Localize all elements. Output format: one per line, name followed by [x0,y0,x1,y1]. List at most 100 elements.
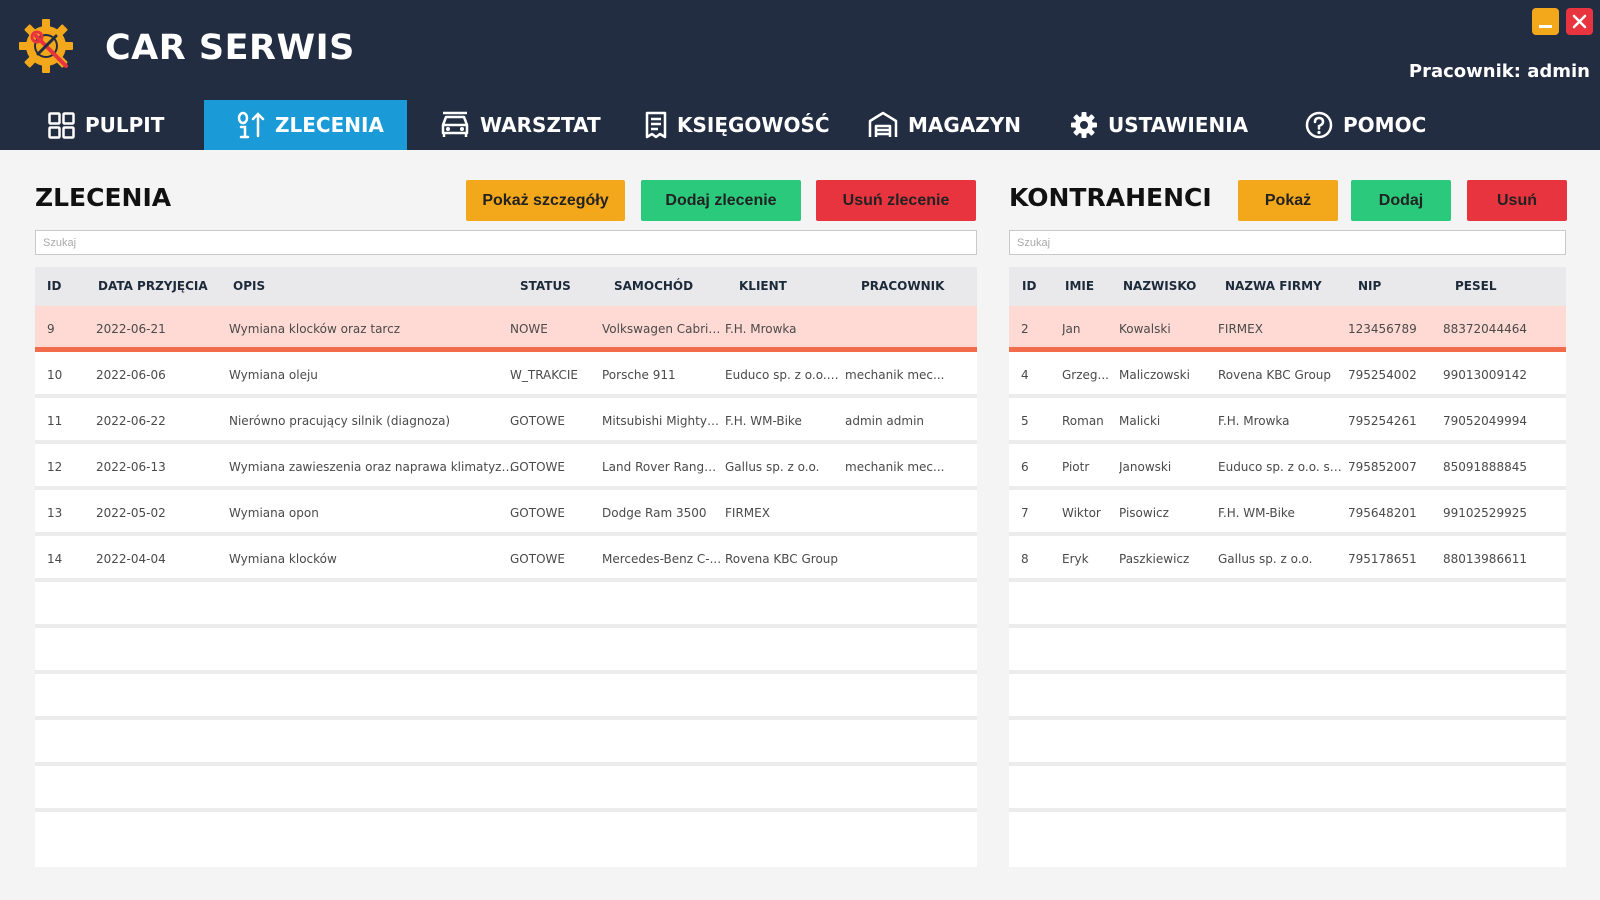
minimize-button[interactable] [1532,8,1559,35]
cell-client: F.H. WM-Bike [725,414,802,428]
column-header-id[interactable]: ID [1022,267,1036,306]
empty-table-row[interactable] [35,766,977,812]
cell-first-name: Eryk [1062,552,1089,566]
cell-description: Wymiana klocków oraz tarcz [229,322,400,336]
column-header-employee[interactable]: PRACOWNIK [861,267,944,306]
table-row[interactable]: 7 Wiktor Pisowicz F.H. WM-Bike 795648201 9910… [1009,490,1566,536]
column-header-id[interactable]: ID [47,267,61,306]
contractors-table-header: ID IMIE NAZWISKO NAZWA FIRMY NIP PESEL [1009,267,1566,306]
empty-table-row[interactable] [1009,674,1566,720]
cell-date: 2022-04-04 [96,552,166,566]
cell-company: F.H. WM-Bike [1218,506,1295,520]
empty-table-row[interactable] [1009,582,1566,628]
cell-last-name: Paszkiewicz [1119,552,1190,566]
main-nav: PULPIT ZLECENIA WARSZTAT KSIĘGOWOŚĆ MAGA… [0,100,1600,150]
cell-id: 9 [47,322,55,336]
cell-status: GOTOWE [510,552,565,566]
app-header: CAR SERWIS Pracownik: admin PULPIT ZLECE… [0,0,1600,150]
close-button[interactable] [1566,8,1593,35]
table-row[interactable]: 8 Eryk Paszkiewicz Gallus sp. z o.o. 7951786… [1009,536,1566,582]
column-header-first-name[interactable]: IMIE [1065,267,1094,306]
cell-id: 10 [47,368,63,382]
orders-search-input[interactable] [35,230,977,255]
delete-contractor-button[interactable]: Usuń [1467,180,1567,221]
dashboard-grid-icon [48,111,75,139]
receipt-icon [645,111,667,139]
nav-tab-magazyn[interactable]: MAGAZYN [868,100,1038,150]
empty-table-row[interactable] [35,628,977,674]
cell-id: 4 [1021,368,1029,382]
nav-tab-ksiegowosc[interactable]: KSIĘGOWOŚĆ [645,100,845,150]
cell-first-name: Roman [1062,414,1104,428]
nav-tab-pulpit[interactable]: PULPIT [48,100,198,150]
cell-client: Rovena KBC Group [725,552,839,566]
table-row[interactable]: 14 2022-04-04 Wymiana klocków GOTOWE Mercede… [35,536,977,582]
cell-description: Nierówno pracujący silnik (diagnoza) [229,414,451,428]
cell-nip: 123456789 [1348,322,1417,336]
add-order-button[interactable]: Dodaj zlecenie [641,180,801,221]
gear-icon [1071,112,1097,138]
cell-id: 2 [1021,322,1029,336]
column-header-car[interactable]: SAMOCHÓD [614,267,693,306]
empty-table-row[interactable] [35,674,977,720]
nav-tab-ustawienia[interactable]: USTAWIENIA [1070,100,1260,150]
column-header-client[interactable]: KLIENT [739,267,787,306]
cell-status: W_TRAKCIE [510,368,578,382]
nav-tab-zlecenia[interactable]: ZLECENIA [204,100,407,150]
cell-company: Rovena KBC Group [1218,368,1332,382]
column-header-last-name[interactable]: NAZWISKO [1123,267,1196,306]
column-header-nip[interactable]: NIP [1358,267,1381,306]
nav-tab-label: POMOC [1343,113,1427,137]
column-header-company[interactable]: NAZWA FIRMY [1225,267,1322,306]
table-row[interactable]: 6 Piotr Janowski Euduco sp. z o.o. sp. k. 79… [1009,444,1566,490]
cell-pesel: 79052049994 [1443,414,1527,428]
cell-id: 14 [47,552,63,566]
table-row[interactable]: 2 Jan Kowalski FIRMEX 123456789 88372044464 [1009,306,1566,352]
sort-numeric-icon [237,111,265,139]
empty-table-row[interactable] [1009,720,1566,766]
empty-table-row[interactable] [35,582,977,628]
nav-tab-label: KSIĘGOWOŚĆ [677,113,830,137]
cell-pesel: 88372044464 [1443,322,1527,336]
contractors-search-input[interactable] [1009,230,1566,255]
cell-client: FIRMEX [725,506,770,520]
cell-status: GOTOWE [510,460,565,474]
cell-client: Gallus sp. z o.o. [725,460,820,474]
empty-table-row[interactable] [1009,766,1566,812]
cell-last-name: Kowalski [1119,322,1171,336]
nav-tab-pomoc[interactable]: POMOC [1305,100,1445,150]
show-order-details-button[interactable]: Pokaż szczegóły [466,180,625,221]
table-row[interactable]: 13 2022-05-02 Wymiana opon GOTOWE Dodge Ram … [35,490,977,536]
car-icon [441,111,469,137]
cell-date: 2022-06-21 [96,322,166,336]
table-row[interactable]: 12 2022-06-13 Wymiana zawieszenia oraz nap… [35,444,977,490]
show-contractor-button[interactable]: Pokaż [1238,180,1338,221]
column-header-date[interactable]: DATA PRZYJĘCIA [98,267,208,306]
table-row[interactable]: 4 Grzeg... Maliczowski Rovena KBC Group 7952… [1009,352,1566,398]
empty-table-row[interactable] [1009,628,1566,674]
column-header-description[interactable]: OPIS [233,267,265,306]
column-header-status[interactable]: STATUS [520,267,571,306]
cell-last-name: Janowski [1119,460,1172,474]
cell-date: 2022-05-02 [96,506,166,520]
cell-nip: 795648201 [1348,506,1417,520]
cell-car: Land Rover Range ... [602,460,722,474]
cell-nip: 795852007 [1348,460,1417,474]
table-row[interactable]: 10 2022-06-06 Wymiana oleju W_TRAKCIE Porsch… [35,352,977,398]
table-row[interactable]: 11 2022-06-22 Nierówno pracujący silnik (d… [35,398,977,444]
delete-order-button[interactable]: Usuń zlecenie [816,180,976,221]
nav-tab-label: ZLECENIA [275,113,384,137]
orders-table-header: ID DATA PRZYJĘCIA OPIS STATUS SAMOCHÓD K… [35,267,977,306]
table-row[interactable]: 5 Roman Malicki F.H. Mrowka 795254261 7905204… [1009,398,1566,444]
cell-employee [845,490,970,536]
column-header-pesel[interactable]: PESEL [1455,267,1496,306]
cell-company: Gallus sp. z o.o. [1218,552,1313,566]
nav-tab-warsztat[interactable]: WARSZTAT [440,100,610,150]
empty-table-row[interactable] [35,720,977,766]
contractors-table: ID IMIE NAZWISKO NAZWA FIRMY NIP PESEL 2… [1009,267,1566,867]
cell-client: Euduco sp. z o.o. s... [725,368,840,382]
add-contractor-button[interactable]: Dodaj [1351,180,1451,221]
table-row[interactable]: 9 2022-06-21 Wymiana klocków oraz tarcz NOW… [35,306,977,352]
help-icon [1305,111,1333,139]
cell-id: 12 [47,460,63,474]
